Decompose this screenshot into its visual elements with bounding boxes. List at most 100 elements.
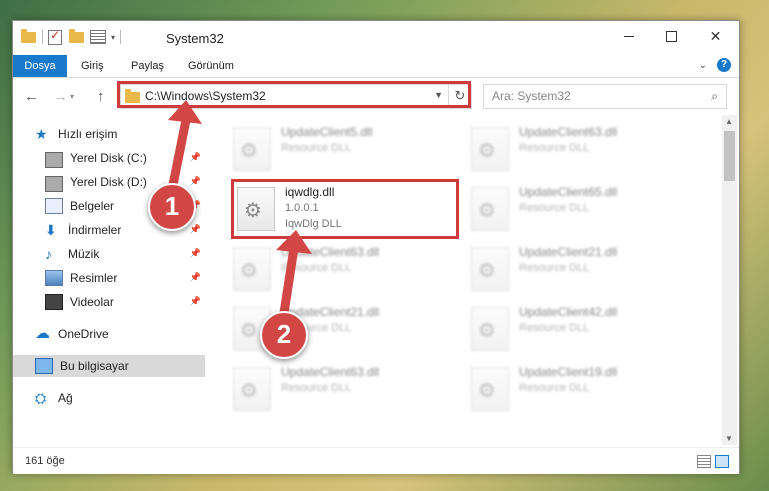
file-name: UpdateClient42.dll <box>519 305 618 319</box>
pin-icon[interactable]: 📌 <box>190 296 201 307</box>
status-bar: 161 öğe <box>13 447 739 474</box>
address-path[interactable]: C:\Windows\System32 <box>145 89 266 103</box>
sidebar-item-label: Hızlı erişim <box>58 127 118 141</box>
pin-icon[interactable]: 📌 <box>190 152 201 163</box>
file-item[interactable]: ⚙ UpdateClient21.dll Resource DLL <box>469 241 689 293</box>
sidebar-item-pictures[interactable]: Resimler 📌 <box>13 267 205 289</box>
vertical-scrollbar[interactable]: ▲ ▼ <box>722 115 737 445</box>
sidebar-item-label: Müzik <box>68 247 100 261</box>
tab-share[interactable]: Paylaş <box>131 55 164 77</box>
file-item[interactable]: ⚙ UpdateClient63.dll Resource DLL <box>231 241 451 293</box>
sidebar-item-quick-access[interactable]: ★ Hızlı erişim <box>13 123 205 145</box>
window-title: System32 <box>166 31 224 46</box>
dll-file-icon: ⚙ <box>233 127 271 171</box>
recent-locations-icon[interactable]: ▾ <box>70 92 74 101</box>
video-icon <box>45 294 63 310</box>
pin-icon[interactable]: 📌 <box>190 176 201 187</box>
sidebar-item-onedrive[interactable]: ☁ OneDrive <box>13 323 205 345</box>
dll-file-icon: ⚙ <box>471 367 509 411</box>
title-bar: ▾ System32 ✕ <box>13 21 739 55</box>
explorer-window: ▾ System32 ✕ Dosya Giriş Paylaş Görünüm … <box>12 20 740 474</box>
minimize-icon <box>623 35 634 37</box>
file-item[interactable]: ⚙ UpdateClient42.dll Resource DLL <box>469 301 689 353</box>
minimize-button[interactable] <box>606 21 651 51</box>
tab-file[interactable]: Dosya <box>13 55 67 77</box>
file-name: UpdateClient63.dll <box>519 125 618 139</box>
computer-icon <box>35 358 53 374</box>
large-icons-view-icon[interactable] <box>715 455 729 468</box>
download-icon: ⬇ <box>45 222 57 238</box>
file-item[interactable]: ⚙ UpdateClient63.dll Resource DLL <box>469 121 689 173</box>
item-count: 161 öğe <box>25 455 65 467</box>
refresh-icon[interactable]: ↻ <box>448 85 471 108</box>
disk-icon <box>45 176 63 192</box>
sidebar-item-disk-c[interactable]: Yerel Disk (C:) 📌 <box>13 147 205 169</box>
search-box[interactable]: Ara: System32 ⌕ <box>483 84 727 109</box>
address-dropdown-icon[interactable]: ▼ <box>434 90 443 100</box>
file-description: Resource DLL <box>519 322 590 334</box>
file-name: iqwdlg.dll <box>285 185 335 199</box>
properties-check-icon[interactable] <box>48 28 64 45</box>
file-description: Resource DLL <box>519 262 590 274</box>
back-arrow-icon[interactable]: ← <box>24 88 39 105</box>
scroll-up-icon[interactable]: ▲ <box>725 117 733 126</box>
sidebar-item-label: Belgeler <box>70 199 115 213</box>
file-name: UpdateClient65.dll <box>519 185 618 199</box>
help-icon[interactable]: ? <box>717 58 731 72</box>
scroll-thumb[interactable] <box>724 131 735 181</box>
disk-icon <box>45 152 63 168</box>
folder-icon <box>125 89 140 103</box>
forward-arrow-icon[interactable]: → <box>53 88 68 105</box>
callout-2: 2 <box>260 311 308 359</box>
pin-icon[interactable]: 📌 <box>190 224 201 235</box>
close-button[interactable]: ✕ <box>693 21 738 51</box>
view-properties-icon[interactable] <box>90 30 106 44</box>
sidebar-item-label: Resimler <box>70 271 118 285</box>
folder-icon <box>21 29 37 44</box>
file-description: Resource DLL <box>281 262 352 274</box>
up-arrow-icon[interactable]: ↑ <box>97 88 105 105</box>
file-name: UpdateClient5.dll <box>281 125 373 139</box>
file-item[interactable]: ⚙ UpdateClient19.dll Resource DLL <box>469 361 689 413</box>
file-item[interactable]: ⚙ UpdateClient65.dll Resource DLL <box>469 181 689 233</box>
sidebar-item-network[interactable]: ⛭ Ağ <box>13 387 205 409</box>
customize-toolbar-icon[interactable]: ▾ <box>111 33 115 42</box>
file-description: Resource DLL <box>281 142 352 154</box>
sidebar-item-label: İndirmeler <box>68 223 122 237</box>
file-item-iqwdlg[interactable]: ⚙ iqwdlg.dll 1.0.0.1 IqwDlg DLL <box>235 181 455 233</box>
sidebar-item-music[interactable]: ♪ Müzik 📌 <box>13 243 205 265</box>
tab-view[interactable]: Görünüm <box>188 55 234 77</box>
sidebar-item-label: Bu bilgisayar <box>60 359 129 373</box>
toolbar-separator <box>120 30 122 44</box>
new-folder-icon[interactable] <box>69 29 85 44</box>
expand-ribbon-icon[interactable]: ⌄ <box>699 60 707 71</box>
file-name: UpdateClient63.dll <box>281 365 380 379</box>
tab-home[interactable]: Giriş <box>81 55 104 77</box>
file-item[interactable]: ⚙ UpdateClient63.dll Resource DLL <box>231 361 451 413</box>
network-icon: ⛭ <box>35 390 47 406</box>
dll-file-icon: ⚙ <box>471 187 509 231</box>
close-icon: ✕ <box>709 27 722 44</box>
sidebar-item-label: Yerel Disk (C:) <box>70 151 147 165</box>
sidebar-item-label: Yerel Disk (D:) <box>70 175 147 189</box>
sidebar-item-this-pc[interactable]: Bu bilgisayar <box>13 355 205 377</box>
pin-icon[interactable]: 📌 <box>190 272 201 283</box>
sidebar-item-videos[interactable]: Videolar 📌 <box>13 291 205 313</box>
quick-access-toolbar: ▾ <box>21 28 122 45</box>
file-description: Resource DLL <box>519 382 590 394</box>
star-icon: ★ <box>35 126 48 142</box>
file-item[interactable]: ⚙ UpdateClient5.dll Resource DLL <box>231 121 451 173</box>
address-bar[interactable]: C:\Windows\System32 ▼ ↻ <box>120 84 472 109</box>
navigation-pane: ★ Hızlı erişim Yerel Disk (C:) 📌 Yerel D… <box>13 115 205 445</box>
dll-file-icon: ⚙ <box>233 247 271 291</box>
search-icon[interactable]: ⌕ <box>711 89 718 104</box>
callout-1: 1 <box>148 183 196 231</box>
maximize-button[interactable] <box>649 21 694 51</box>
search-input[interactable]: Ara: System32 <box>492 89 571 103</box>
view-toggle <box>697 455 729 468</box>
file-list: ⚙ UpdateClient5.dll Resource DLL ⚙ Updat… <box>213 115 721 445</box>
scroll-down-icon[interactable]: ▼ <box>725 434 733 443</box>
details-view-icon[interactable] <box>697 455 711 468</box>
file-version: 1.0.0.1 <box>285 202 319 214</box>
pin-icon[interactable]: 📌 <box>190 248 201 259</box>
